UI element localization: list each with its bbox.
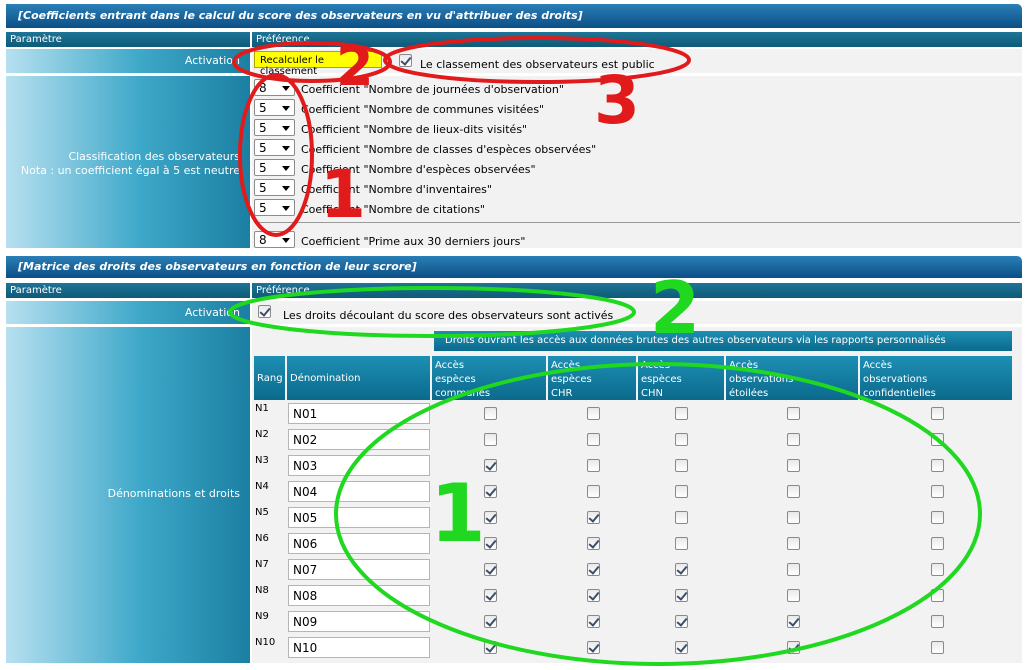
annotation-green-2: 2: [650, 266, 701, 350]
annotation-red-3: 3: [594, 62, 640, 139]
red-ellipse-coefficients: [238, 73, 314, 237]
annotation-overlay: [228, 36, 982, 666]
red-ellipse-public: [383, 36, 691, 84]
green-ellipse-activation: [228, 286, 636, 338]
annotation-green-1: 1: [430, 467, 486, 560]
annotation-red-1: 1: [320, 156, 366, 233]
annotation-red-2: 2: [336, 35, 374, 98]
